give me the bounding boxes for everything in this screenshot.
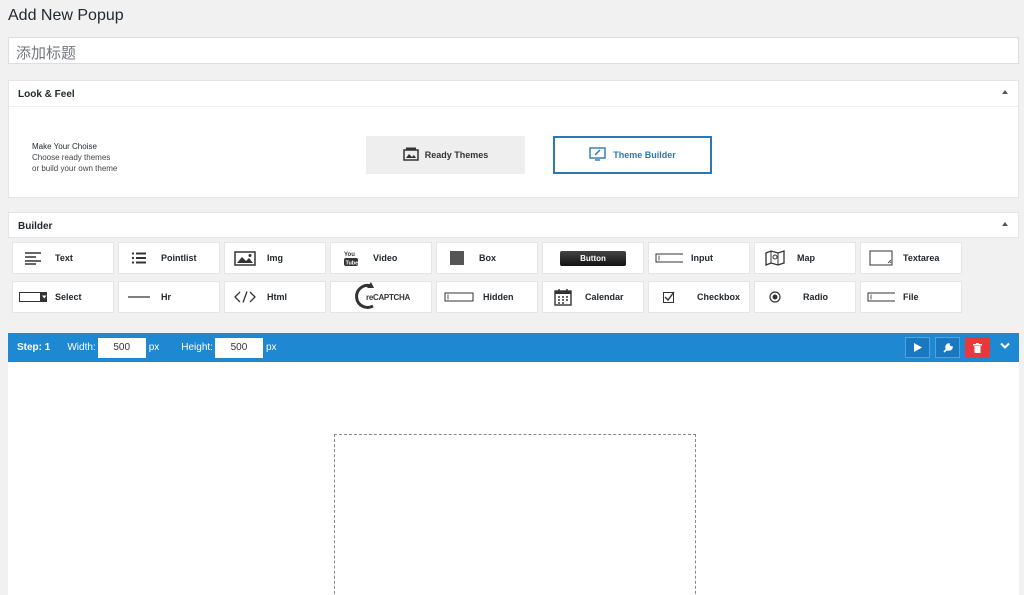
button-icon: Button bbox=[560, 250, 626, 266]
trash-icon bbox=[973, 342, 982, 353]
map-icon bbox=[761, 250, 789, 266]
code-icon bbox=[231, 291, 259, 303]
file-input-icon bbox=[867, 292, 895, 302]
tool-hr[interactable]: Hr bbox=[118, 281, 220, 313]
tool-button[interactable]: Button bbox=[542, 242, 644, 274]
monitor-edit-icon bbox=[589, 147, 607, 163]
tool-radio[interactable]: Radio bbox=[754, 281, 856, 313]
page-title: Add New Popup bbox=[8, 7, 124, 24]
tool-label: Hr bbox=[161, 292, 172, 302]
choise-line: Choose ready themes bbox=[32, 153, 111, 162]
radio-icon bbox=[761, 291, 789, 303]
list-icon bbox=[125, 252, 153, 264]
settings-button[interactable] bbox=[935, 337, 960, 358]
tool-label: Checkbox bbox=[697, 292, 741, 302]
tool-label: Img bbox=[267, 253, 284, 263]
tool-pointlist[interactable]: Pointlist bbox=[118, 242, 220, 274]
text-align-icon bbox=[19, 251, 47, 265]
popup-canvas bbox=[8, 362, 1019, 595]
tool-label: Text bbox=[55, 253, 73, 263]
hidden-input-icon bbox=[443, 292, 475, 302]
width-unit: px bbox=[148, 342, 160, 353]
wrench-icon bbox=[942, 342, 953, 353]
builder-header[interactable]: Builder bbox=[8, 212, 1019, 238]
collapse-arrow-icon[interactable] bbox=[1002, 90, 1008, 94]
play-icon bbox=[913, 343, 922, 352]
tool-label: Map bbox=[797, 253, 815, 263]
tool-text[interactable]: Text bbox=[12, 242, 114, 274]
checkbox-icon bbox=[655, 291, 683, 303]
tool-label: File bbox=[903, 292, 919, 302]
theme-builder-label: Theme Builder bbox=[613, 150, 676, 160]
box-icon bbox=[443, 251, 471, 265]
choise-heading: Make Your Choise bbox=[32, 142, 97, 151]
collapse-arrow-icon[interactable] bbox=[1002, 222, 1008, 226]
tool-video[interactable]: You Tube Video bbox=[330, 242, 432, 274]
delete-step-button[interactable] bbox=[965, 337, 990, 358]
look-feel-panel: Look & Feel Make Your Choise Choose read… bbox=[8, 80, 1019, 198]
choise-description: Make Your Choise Choose ready themes or … bbox=[32, 141, 117, 174]
tool-html[interactable]: Html bbox=[224, 281, 326, 313]
hr-icon bbox=[125, 295, 153, 299]
tool-label: Video bbox=[373, 253, 398, 263]
tool-textarea[interactable]: Textarea bbox=[860, 242, 962, 274]
preview-play-button[interactable] bbox=[905, 337, 930, 358]
ready-themes-button[interactable]: Ready Themes bbox=[366, 136, 525, 174]
svg-text:Tube: Tube bbox=[346, 261, 359, 267]
height-input[interactable]: 500 bbox=[214, 337, 263, 358]
tool-box[interactable]: Box bbox=[436, 242, 538, 274]
ready-themes-label: Ready Themes bbox=[424, 150, 489, 160]
builder-panel: Builder Text Pointlist Img You Tube Video… bbox=[8, 212, 1019, 322]
tool-label: Textarea bbox=[903, 253, 940, 263]
input-icon bbox=[655, 253, 683, 263]
look-feel-title: Look & Feel bbox=[18, 89, 75, 100]
tool-label: Hidden bbox=[483, 292, 514, 302]
tool-hidden[interactable]: Hidden bbox=[436, 281, 538, 313]
youtube-icon: You Tube bbox=[337, 249, 365, 267]
image-icon bbox=[231, 250, 259, 266]
tool-checkbox[interactable]: Checkbox bbox=[648, 281, 750, 313]
builder-title: Builder bbox=[18, 221, 53, 232]
theme-builder-button[interactable]: Theme Builder bbox=[553, 136, 712, 174]
popup-dropzone[interactable] bbox=[334, 434, 696, 595]
step-label: Step: 1 bbox=[17, 342, 51, 353]
tool-map[interactable]: Map bbox=[754, 242, 856, 274]
recaptcha-icon: reCAPTCHA bbox=[351, 282, 411, 312]
tool-label: Select bbox=[55, 292, 82, 302]
tool-calendar[interactable]: Calendar bbox=[542, 281, 644, 313]
height-unit: px bbox=[265, 342, 277, 353]
recaptcha-label: reCAPTCHA bbox=[366, 292, 410, 302]
title-input[interactable]: 添加标题 bbox=[8, 37, 1019, 64]
tool-label: Pointlist bbox=[161, 253, 197, 263]
tool-img[interactable]: Img bbox=[224, 242, 326, 274]
tool-label: Input bbox=[691, 253, 713, 263]
tool-select[interactable]: Select bbox=[12, 281, 114, 313]
tool-label: Calendar bbox=[585, 292, 624, 302]
calendar-icon bbox=[549, 288, 577, 306]
tool-recaptcha[interactable]: reCAPTCHA bbox=[330, 281, 432, 313]
themes-icon bbox=[402, 147, 419, 163]
height-label: Height: bbox=[181, 342, 213, 353]
textarea-icon bbox=[867, 250, 895, 266]
tool-input[interactable]: Input bbox=[648, 242, 750, 274]
width-label: Width: bbox=[67, 342, 96, 353]
svg-text:You: You bbox=[344, 252, 355, 258]
tool-label: Radio bbox=[803, 292, 829, 302]
tool-label: Html bbox=[267, 292, 287, 302]
width-input[interactable]: 500 bbox=[97, 337, 146, 358]
chevron-down-icon[interactable] bbox=[1000, 342, 1010, 353]
tool-file[interactable]: File bbox=[860, 281, 962, 313]
tool-label: Box bbox=[479, 253, 497, 263]
select-icon bbox=[19, 292, 47, 302]
look-feel-header[interactable]: Look & Feel bbox=[9, 81, 1018, 107]
choise-line: or build your own theme bbox=[32, 164, 118, 173]
step-toolbar: Step: 1 Width: 500 px Height: 500 px bbox=[8, 333, 1019, 362]
